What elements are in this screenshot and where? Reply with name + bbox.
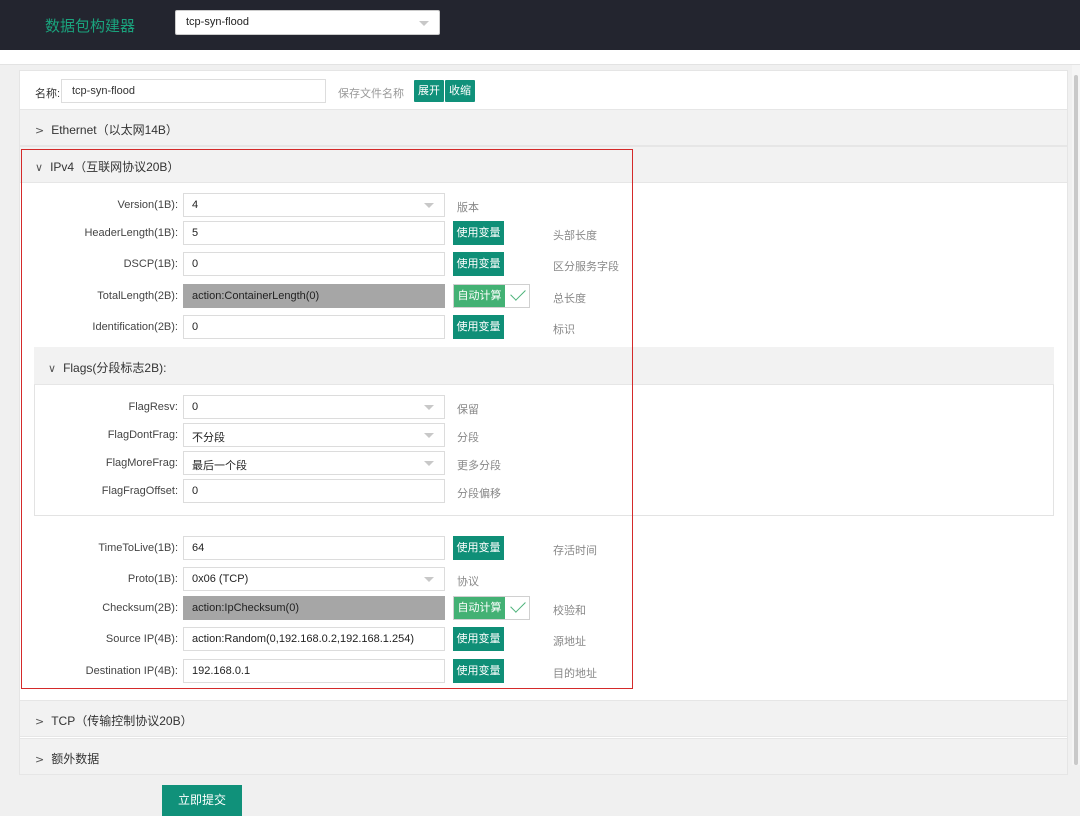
section-tcp-label: TCP（传输控制协议20B）: [51, 714, 193, 728]
proto-label: Proto(1B):: [127, 573, 178, 585]
chevron-down-icon: [419, 21, 429, 26]
header-length-input[interactable]: 5: [183, 221, 445, 245]
source-ip-input[interactable]: action:Random(0,192.168.0.2,192.168.1.25…: [183, 627, 445, 651]
total-length-auto-button[interactable]: 自动计算: [454, 285, 505, 307]
chevron-down-icon: [424, 461, 434, 466]
header-length-label: HeaderLength(1B):: [84, 227, 178, 239]
header-length-use-var-button[interactable]: 使用变量: [453, 221, 504, 245]
chevron-down-icon: ∨: [48, 362, 57, 375]
flag-more-frag-desc: 更多分段: [457, 460, 501, 472]
flag-resv-desc: 保留: [457, 404, 479, 416]
version-label: Version(1B):: [117, 199, 178, 211]
section-extra-label: 额外数据: [51, 752, 100, 766]
ttl-input[interactable]: 64: [183, 536, 445, 560]
chevron-down-icon: [424, 433, 434, 438]
chevron-right-icon: >: [35, 753, 45, 766]
chevron-right-icon: >: [35, 124, 45, 137]
dscp-desc: 区分服务字段: [553, 261, 619, 273]
name-label: 名称:: [35, 88, 61, 100]
scrollbar[interactable]: [1072, 65, 1080, 765]
total-length-auto-toggle[interactable]: 自动计算: [453, 284, 530, 308]
flag-more-frag-label: FlagMoreFrag:: [105, 457, 178, 469]
total-length-input[interactable]: action:ContainerLength(0): [183, 284, 445, 308]
flag-more-frag-value: 最后一个段: [192, 460, 247, 472]
flags-title: Flags(分段标志2B):: [63, 361, 167, 375]
collapse-button[interactable]: 收缩: [445, 80, 475, 102]
identification-desc: 标识: [553, 324, 575, 336]
source-ip-desc: 源地址: [553, 636, 586, 648]
chevron-right-icon: >: [35, 715, 45, 728]
template-select[interactable]: tcp-syn-flood: [175, 10, 440, 35]
total-length-desc: 总长度: [553, 293, 586, 305]
checksum-label: Checksum(2B):: [102, 602, 178, 614]
flag-dont-frag-label: FlagDontFrag:: [107, 429, 178, 441]
dest-ip-use-var-button[interactable]: 使用变量: [453, 659, 504, 683]
flag-frag-offset-desc: 分段偏移: [457, 488, 501, 500]
flags-header[interactable]: ∨ Flags(分段标志2B):: [34, 347, 1054, 385]
flag-resv-value: 0: [192, 401, 199, 413]
section-extra[interactable]: > 额外数据: [20, 738, 1067, 775]
source-ip-use-var-button[interactable]: 使用变量: [453, 627, 504, 651]
chevron-down-icon: ∨: [35, 161, 44, 174]
section-ipv4-label: IPv4（互联网协议20B）: [50, 160, 180, 174]
checksum-auto-toggle[interactable]: 自动计算: [453, 596, 530, 620]
flag-resv-label: FlagResv:: [128, 401, 178, 413]
dscp-use-var-button[interactable]: 使用变量: [453, 252, 504, 276]
total-length-label: TotalLength(2B):: [97, 290, 178, 302]
ttl-label: TimeToLive(1B):: [98, 542, 178, 554]
version-select[interactable]: 4: [183, 193, 445, 217]
dest-ip-input[interactable]: 192.168.0.1: [183, 659, 445, 683]
proto-select[interactable]: 0x06 (TCP): [183, 567, 445, 591]
flag-more-frag-select[interactable]: 最后一个段: [183, 451, 445, 475]
dscp-input[interactable]: 0: [183, 252, 445, 276]
flag-dont-frag-value: 不分段: [192, 432, 225, 444]
expand-button[interactable]: 展开: [414, 80, 444, 102]
checksum-input[interactable]: action:IpChecksum(0): [183, 596, 445, 620]
chevron-down-icon: [424, 203, 434, 208]
check-icon: [510, 597, 526, 613]
proto-desc: 协议: [457, 576, 479, 588]
ttl-use-var-button[interactable]: 使用变量: [453, 536, 504, 560]
header-separator: [0, 50, 1080, 65]
name-input[interactable]: tcp-syn-flood: [61, 79, 326, 103]
proto-value: 0x06 (TCP): [192, 573, 249, 585]
flag-frag-offset-label: FlagFragOffset:: [101, 485, 178, 497]
identification-label: Identification(2B):: [92, 321, 178, 333]
ttl-desc: 存活时间: [553, 545, 597, 557]
check-icon: [510, 285, 526, 301]
section-tcp[interactable]: > TCP（传输控制协议20B）: [20, 700, 1067, 737]
flag-dont-frag-desc: 分段: [457, 432, 479, 444]
section-ethernet-label: Ethernet（以太网14B）: [51, 123, 178, 137]
section-ethernet[interactable]: > Ethernet（以太网14B）: [20, 109, 1067, 146]
flag-resv-select[interactable]: 0: [183, 395, 445, 419]
template-select-value: tcp-syn-flood: [186, 16, 249, 28]
header-length-desc: 头部长度: [553, 230, 597, 242]
version-desc: 版本: [457, 202, 479, 214]
save-hint: 保存文件名称: [338, 88, 404, 100]
identification-use-var-button[interactable]: 使用变量: [453, 315, 504, 339]
source-ip-label: Source IP(4B):: [105, 633, 178, 645]
top-bar: 数据包构建器 tcp-syn-flood: [0, 0, 1080, 50]
app-title: 数据包构建器: [45, 18, 136, 35]
dest-ip-label: Destination IP(4B):: [85, 665, 178, 677]
version-value: 4: [192, 199, 199, 211]
identification-input[interactable]: 0: [183, 315, 445, 339]
checksum-auto-button[interactable]: 自动计算: [454, 597, 505, 619]
dscp-label: DSCP(1B):: [123, 258, 178, 270]
flag-frag-offset-input[interactable]: 0: [183, 479, 445, 503]
chevron-down-icon: [424, 405, 434, 410]
submit-button[interactable]: 立即提交: [162, 785, 242, 816]
scrollbar-thumb[interactable]: [1074, 75, 1078, 765]
checksum-desc: 校验和: [553, 605, 586, 617]
dest-ip-desc: 目的地址: [553, 668, 597, 680]
section-ipv4[interactable]: ∨ IPv4（互联网协议20B）: [20, 146, 1067, 183]
flag-dont-frag-select[interactable]: 不分段: [183, 423, 445, 447]
chevron-down-icon: [424, 577, 434, 582]
